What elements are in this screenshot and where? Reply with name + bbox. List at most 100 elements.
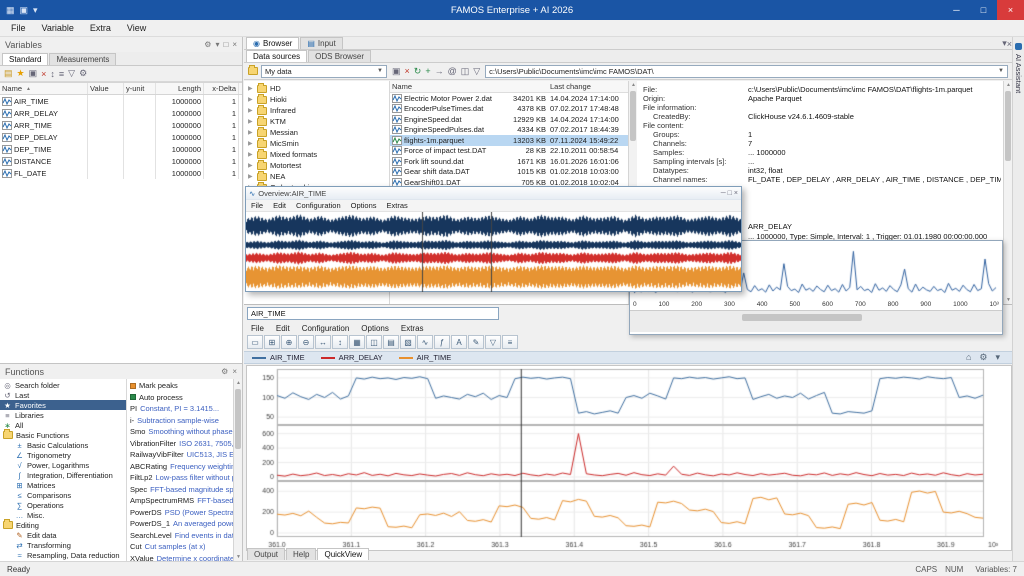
close-icon[interactable]: × xyxy=(734,190,738,197)
menu-tool-icon[interactable]: ≡ xyxy=(502,335,518,349)
sidebar-item-integration-differentiation[interactable]: ∫Integration, Differentiation xyxy=(0,470,126,480)
overview-menu-file[interactable]: File xyxy=(246,201,268,210)
home-icon[interactable]: ⌂ xyxy=(966,352,971,363)
menu-file[interactable]: File xyxy=(3,21,34,35)
subtab-ods-browser[interactable]: ODS Browser xyxy=(308,50,371,62)
function-item-mark-peaks[interactable]: Mark peaks xyxy=(127,380,233,392)
sidebar-item-libraries[interactable]: ≡Libraries xyxy=(0,410,126,420)
function-item-powerds-1[interactable]: PowerDS_1An averaged power sp... xyxy=(127,518,233,530)
tree-item-micsmin[interactable]: ▶MicSmin xyxy=(244,138,389,149)
gear-icon[interactable]: ⚙ xyxy=(221,367,228,376)
zoom-y-icon[interactable]: ↕ xyxy=(332,335,348,349)
overview-menu-configuration[interactable]: Configuration xyxy=(291,201,346,210)
open-folder-icon[interactable]: ▤ xyxy=(4,68,13,79)
file-row-force-of-impact-test-dat[interactable]: Force of impact test.DAT28 KB22.10.2011 … xyxy=(390,146,628,157)
zoom-out-icon[interactable]: ⊖ xyxy=(298,335,314,349)
tab-browser[interactable]: ◉Browser xyxy=(246,37,299,49)
sidebar-item-all[interactable]: ∗All xyxy=(0,420,126,430)
legend-item-air-time[interactable]: AIR_TIME xyxy=(399,353,452,362)
file-row-gear-shift-data-dat[interactable]: Gear shift data.DAT1015 KB01.02.2018 10:… xyxy=(390,167,628,178)
close-panel-icon[interactable]: × xyxy=(232,40,237,49)
data-source-select[interactable]: My data ▼ xyxy=(261,65,387,78)
tree-item-messian[interactable]: ▶Messian xyxy=(244,127,389,138)
curve-scrollbar[interactable] xyxy=(630,310,1002,332)
pin-icon[interactable]: ▾ xyxy=(995,352,1000,363)
variable-input[interactable]: AIR_TIME xyxy=(247,307,499,320)
favorite-icon[interactable]: ★ xyxy=(17,68,25,79)
overview-chart[interactable] xyxy=(246,212,741,292)
legend-item-air-time[interactable]: AIR_TIME xyxy=(252,353,305,362)
sidebar-item-transforming[interactable]: ⇄Transforming xyxy=(0,540,126,550)
file-row-encoderpulsetimes-dat[interactable]: EncoderPulseTimes.dat4378 KB07.02.2017 1… xyxy=(390,104,628,115)
tree-item-ktm[interactable]: ▶KTM xyxy=(244,116,389,127)
function-item-xvalue[interactable]: XValueDetermine x coordinate xyxy=(127,553,233,562)
overview-menu-options[interactable]: Options xyxy=(346,201,382,210)
edit-tool-icon[interactable]: ✎ xyxy=(468,335,484,349)
quickview-menu-configuration[interactable]: Configuration xyxy=(296,324,356,333)
function-item-powerds[interactable]: PowerDSPSD (Power Spectral Dens... xyxy=(127,507,233,519)
overview-menu-edit[interactable]: Edit xyxy=(268,201,291,210)
filter-tool-icon[interactable]: ▽ xyxy=(485,335,501,349)
table-row[interactable]: ARR_DELAY10000001 xyxy=(0,107,242,119)
quick-access-caret-icon[interactable]: ▾ xyxy=(33,5,38,16)
tab-input[interactable]: ▤Input xyxy=(300,37,342,49)
scroll-thumb[interactable] xyxy=(1005,91,1011,161)
table-row[interactable]: DISTANCE10000001 xyxy=(0,155,242,167)
tree-item-motortest[interactable]: ▶Motortest xyxy=(244,160,389,171)
delete-icon[interactable]: × xyxy=(405,66,410,77)
menu-variable[interactable]: Variable xyxy=(34,21,82,35)
gear-icon[interactable]: ⚙ xyxy=(979,352,987,363)
tree-item-mixed-formats[interactable]: ▶Mixed formats xyxy=(244,149,389,160)
gear-icon[interactable]: ⚙ xyxy=(204,40,211,49)
sidebar-item-matrices[interactable]: ⊞Matrices xyxy=(0,480,126,490)
filter-icon[interactable]: ▽ xyxy=(68,68,75,79)
scroll-thumb[interactable] xyxy=(235,389,241,449)
pattern-view-icon[interactable]: ▧ xyxy=(400,335,416,349)
refresh-icon[interactable]: ↻ xyxy=(414,66,422,77)
subtab-data-sources[interactable]: Data sources xyxy=(246,50,307,62)
sidebar-item-favorites[interactable]: ★Favorites xyxy=(0,400,126,410)
path-combobox[interactable]: c:\Users\Public\Documents\imc\imc FAMOS\… xyxy=(485,65,1008,78)
sidebar-item-last[interactable]: ↺Last xyxy=(0,390,126,400)
filter-icon[interactable]: ▽ xyxy=(473,66,480,77)
new-window-icon[interactable]: ▭ xyxy=(247,335,263,349)
file-column-header-name[interactable]: Name xyxy=(390,81,502,92)
table-row[interactable]: AIR_TIME10000001 xyxy=(0,95,242,107)
table-view-icon[interactable]: ▦ xyxy=(349,335,365,349)
stacked-view-icon[interactable]: ▤ xyxy=(383,335,399,349)
function-item-cut[interactable]: CutCut samples (at x) xyxy=(127,541,233,553)
table-row[interactable]: DEP_TIME10000001 xyxy=(0,143,242,155)
split-view-icon[interactable]: ◫ xyxy=(366,335,382,349)
tab-quickview[interactable]: QuickView xyxy=(317,548,369,560)
function-item-abcrating[interactable]: ABCRatingFrequency weighting as... xyxy=(127,461,233,473)
quickview-menu-options[interactable]: Options xyxy=(355,324,395,333)
sort-icon[interactable]: ↕ xyxy=(50,69,55,79)
quickview-menu-edit[interactable]: Edit xyxy=(270,324,296,333)
forward-icon[interactable]: → xyxy=(435,66,444,77)
at-icon[interactable]: @ xyxy=(448,66,457,77)
file-row-electric-motor-power-2-dat[interactable]: Electric Motor Power 2.dat34201 KB14.04.… xyxy=(390,93,628,104)
tree-item-hd[interactable]: ▶HD xyxy=(244,83,389,94)
grid-icon[interactable]: ⊞ xyxy=(264,335,280,349)
sidebar-item-power-logarithms[interactable]: √Power, Logarithms xyxy=(0,460,126,470)
tab-help[interactable]: Help xyxy=(286,548,316,560)
file-column-header-last-change[interactable]: Last change xyxy=(548,81,626,92)
table-row[interactable]: ARR_TIME10000001 xyxy=(0,119,242,131)
sidebar-item-misc[interactable]: …Misc. xyxy=(0,510,126,520)
add-icon[interactable]: + xyxy=(425,66,430,77)
tree-item-nea[interactable]: ▶NEA xyxy=(244,171,389,182)
sidebar-item-trigonometry[interactable]: ∠Trigonometry xyxy=(0,450,126,460)
workspace-icon[interactable]: ▣ xyxy=(392,66,401,77)
menu-extra[interactable]: Extra xyxy=(82,21,119,35)
function-item-auto-process[interactable]: Auto process xyxy=(127,392,233,404)
column-header-length[interactable]: Length xyxy=(156,83,204,94)
tab-standard[interactable]: Standard xyxy=(2,53,48,65)
column-header-name[interactable]: Name▲ xyxy=(0,83,88,94)
file-row-enginespeed-dat[interactable]: EngineSpeed.dat12929 KB14.04.2024 17:14:… xyxy=(390,114,628,125)
scroll-thumb[interactable] xyxy=(742,314,862,321)
function-item-ampspectrumrms[interactable]: AmpSpectrumRMSFFT-based magn... xyxy=(127,495,233,507)
quickview-menu-extras[interactable]: Extras xyxy=(395,324,430,333)
tree-item-infrared[interactable]: ▶Infrared xyxy=(244,105,389,116)
maximize-icon[interactable]: □ xyxy=(970,0,997,20)
split-view-icon[interactable]: ◫ xyxy=(461,66,470,77)
